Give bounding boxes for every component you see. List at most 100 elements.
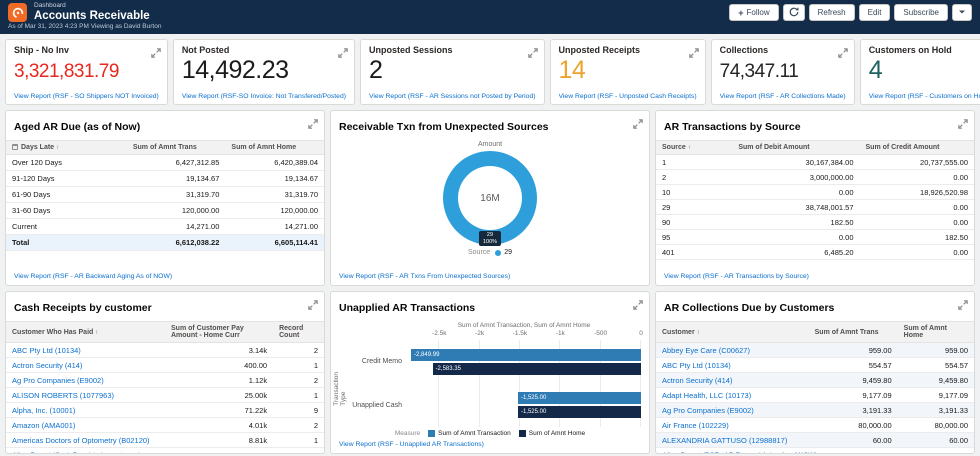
- row-link[interactable]: Actron Security (414): [12, 361, 82, 370]
- column-header-record-count[interactable]: Record Count: [273, 321, 324, 343]
- more-actions-button[interactable]: [952, 4, 972, 21]
- view-report-link[interactable]: View Report (RSF-SO Invoice: Not Transfe…: [182, 93, 346, 100]
- table-row: Actron Security (414) 9,459.80 9,459.80: [656, 372, 974, 388]
- panel-title: AR Transactions by Source: [664, 121, 801, 133]
- column-header-amnt-trans[interactable]: Sum of Amnt Trans: [808, 321, 898, 343]
- view-report-link[interactable]: View Report (RSF - SO Shippers NOT Invoi…: [14, 93, 159, 100]
- table-total-row: Total 6,612,038.22 6,605,114.41: [6, 234, 324, 251]
- table-cell: 9,459.80: [897, 372, 974, 388]
- view-report-link[interactable]: View Report (RSF - AR Forward Aging As o…: [656, 448, 974, 453]
- row-link[interactable]: Actron Security (414): [662, 376, 732, 385]
- table-cell: 3.14k: [165, 342, 274, 358]
- follow-button[interactable]: + Follow: [729, 4, 779, 21]
- view-report-link[interactable]: View Report (RSF - AR Sessions not Poste…: [369, 93, 535, 100]
- reload-icon-button[interactable]: [782, 4, 805, 21]
- expand-icon[interactable]: [958, 116, 968, 129]
- table-cell: 8.81k: [165, 432, 274, 448]
- table-row: 61-90 Days 31,319.70 31,319.70: [6, 186, 324, 203]
- expand-icon[interactable]: [308, 297, 318, 310]
- expand-icon[interactable]: [958, 297, 968, 310]
- expand-icon[interactable]: [688, 45, 699, 58]
- legend-item[interactable]: Sum of Amnt Home: [518, 430, 585, 437]
- row-link[interactable]: Amazon (AMA001): [12, 421, 75, 430]
- column-header-amnt-home[interactable]: Sum of Amnt Home: [225, 140, 324, 155]
- refresh-button[interactable]: Refresh: [808, 4, 855, 21]
- row-link[interactable]: Abbey Eye Care (C00627): [662, 346, 750, 355]
- row-link[interactable]: Alpha, Inc. (10001): [12, 406, 75, 415]
- aged-ar-table: Days Late Sum of Amnt Trans Sum of Amnt …: [6, 140, 324, 251]
- column-header-source[interactable]: Source: [656, 140, 733, 155]
- as-of-subtitle: As of Mar 31, 2023 4:23 PM Viewing as Da…: [8, 23, 162, 30]
- kpi-value: 4: [868, 56, 883, 84]
- row-link[interactable]: Americas Doctors of Optometry (B02120): [12, 436, 150, 445]
- cash-receipts-table: Customer Who Has Paid Sum of Customer Pa…: [6, 321, 324, 448]
- view-report-link[interactable]: View Report (RSF - Unapplied AR Transact…: [331, 437, 649, 453]
- table-cell: 19,134.67: [225, 170, 324, 187]
- expand-icon[interactable]: [837, 45, 848, 58]
- table-cell: 6,427,312.85: [126, 154, 226, 171]
- column-header-customer[interactable]: Customer: [656, 321, 809, 343]
- page-title: Accounts Receivable: [34, 9, 150, 22]
- column-header-days-late[interactable]: Days Late: [6, 140, 127, 155]
- bar-value-label: -2,849.99: [414, 351, 440, 358]
- donut-chart[interactable]: 16M 29 100%: [443, 151, 537, 246]
- plus-icon: +: [738, 7, 744, 18]
- edit-button[interactable]: Edit: [858, 4, 891, 21]
- table-cell: 9: [273, 402, 324, 418]
- view-report-link[interactable]: View Report (RSF - AR Backward Aging As …: [6, 269, 324, 285]
- row-link[interactable]: ALISON ROBERTS (1077963): [12, 391, 114, 400]
- table-row: Adapt Health, LLC (10173) 9,177.09 9,177.0…: [656, 387, 974, 403]
- expand-icon[interactable]: [527, 45, 538, 58]
- table-cell: 959.00: [808, 342, 898, 358]
- table-cell: 60.00: [897, 432, 974, 448]
- row-link[interactable]: Ag Pro Companies (E9002): [12, 376, 104, 385]
- expand-icon[interactable]: [338, 45, 348, 58]
- row-link[interactable]: Air France (102229): [662, 421, 729, 430]
- column-header-credit[interactable]: Sum of Credit Amount: [859, 140, 974, 155]
- legend-item[interactable]: 29: [495, 249, 512, 256]
- bar-unapplied-cash-series2[interactable]: -1,525.00: [517, 406, 641, 419]
- view-report-link[interactable]: View Report (RSF - AR Transactions by So…: [656, 269, 974, 285]
- view-report-link[interactable]: View Report (RSF - Unposted Cash Receipt…: [559, 93, 697, 100]
- expand-icon[interactable]: [633, 297, 643, 310]
- row-link[interactable]: ALEXANDRIA GATTUSO (12988817): [662, 436, 787, 445]
- view-report-link[interactable]: View Report (RSF - AR Txns From Unexpect…: [331, 269, 649, 285]
- view-report-link[interactable]: View Report (RSF - AR Collections Made): [720, 93, 846, 100]
- column-header-customer-paid[interactable]: Customer Who Has Paid: [6, 321, 165, 343]
- column-header-debit[interactable]: Sum of Debit Amount: [732, 140, 860, 155]
- table-cell: 80,000.00: [808, 417, 898, 433]
- table-cell: Actron Security (414): [6, 357, 165, 373]
- table-cell: 0.00: [859, 199, 974, 215]
- row-link[interactable]: ABC Pty Ltd (10134): [12, 346, 81, 355]
- table-cell: 20,737,555.00: [859, 154, 974, 170]
- row-link[interactable]: Ag Pro Companies (E9002): [662, 406, 754, 415]
- row-link[interactable]: Adapt Health, LLC (10173): [662, 391, 751, 400]
- kpi-title: Customers on Hold: [868, 45, 952, 55]
- expand-icon[interactable]: [151, 45, 161, 58]
- expand-icon[interactable]: [633, 116, 643, 129]
- column-header-amnt-trans[interactable]: Sum of Amnt Trans: [126, 140, 226, 155]
- subscribe-button[interactable]: Subscribe: [894, 4, 948, 21]
- table-cell: 3,191.33: [808, 402, 898, 418]
- kpi-title: Collections: [719, 45, 769, 55]
- table-row: Over 120 Days 6,427,312.85 6,420,389.04: [6, 154, 324, 171]
- table-cell: 71.22k: [165, 402, 274, 418]
- row-link[interactable]: ABC Pty Ltd (10134): [662, 361, 731, 370]
- bar-unapplied-cash-series1[interactable]: -1,525.00: [517, 392, 641, 405]
- kpi-card-customers-on-hold: Customers on Hold 4 View Report (RSF - C…: [859, 39, 980, 105]
- legend-item[interactable]: Sum of Amnt Transaction: [428, 430, 511, 437]
- expand-icon[interactable]: [308, 116, 318, 129]
- table-cell: 6,485.20: [732, 244, 860, 260]
- column-header-amnt-home[interactable]: Sum of Amnt Home: [897, 321, 974, 343]
- table-row: 91-120 Days 19,134.67 19,134.67: [6, 170, 324, 187]
- view-report-link[interactable]: View Report (Cash Receipts by customer): [6, 448, 324, 453]
- bar-credit-memo-series1[interactable]: -2,849.99: [411, 348, 641, 361]
- table-cell: Air France (102229): [656, 417, 809, 433]
- table-cell: Ag Pro Companies (E9002): [6, 372, 165, 388]
- table-cell: 38,748,001.57: [732, 199, 860, 215]
- column-header-pay-amount[interactable]: Sum of Customer Pay Amount - Home Curr: [165, 321, 274, 343]
- table-cell: 91-120 Days: [6, 170, 127, 187]
- view-report-link[interactable]: View Report (RSF - Customers on Hold): [869, 93, 980, 100]
- table-cell: 554.57: [897, 357, 974, 373]
- bar-credit-memo-series2[interactable]: -2,583.35: [432, 362, 641, 375]
